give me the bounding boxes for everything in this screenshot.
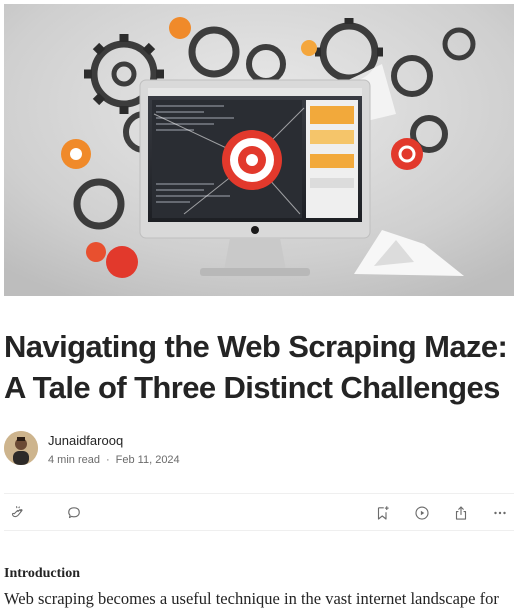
avatar-photo	[4, 431, 38, 465]
share-icon[interactable]	[451, 503, 471, 523]
author-name[interactable]: Junaidfarooq	[48, 433, 123, 448]
article-body-text: Web scraping becomes a useful technique …	[4, 589, 499, 608]
read-time: 4 min read	[48, 454, 100, 466]
more-icon[interactable]	[490, 503, 510, 523]
comment-icon[interactable]	[64, 503, 84, 523]
clap-icon[interactable]	[8, 503, 28, 523]
article-title: Navigating the Web Scraping Maze: A Tale…	[4, 329, 508, 405]
bookmark-add-icon[interactable]	[373, 503, 393, 523]
article-action-bar	[4, 493, 514, 531]
section-heading: Introduction	[4, 566, 80, 581]
hero-image	[4, 4, 514, 296]
author-avatar[interactable]	[4, 431, 38, 465]
publish-date: Feb 11, 2024	[115, 454, 180, 466]
play-icon[interactable]	[412, 503, 432, 523]
meta-separator: ·	[105, 454, 110, 466]
hero-illustration	[4, 4, 514, 296]
author-block: Junaidfarooq 4 min read · Feb 11, 2024	[4, 430, 524, 468]
article-meta: 4 min read · Feb 11, 2024	[48, 454, 180, 466]
